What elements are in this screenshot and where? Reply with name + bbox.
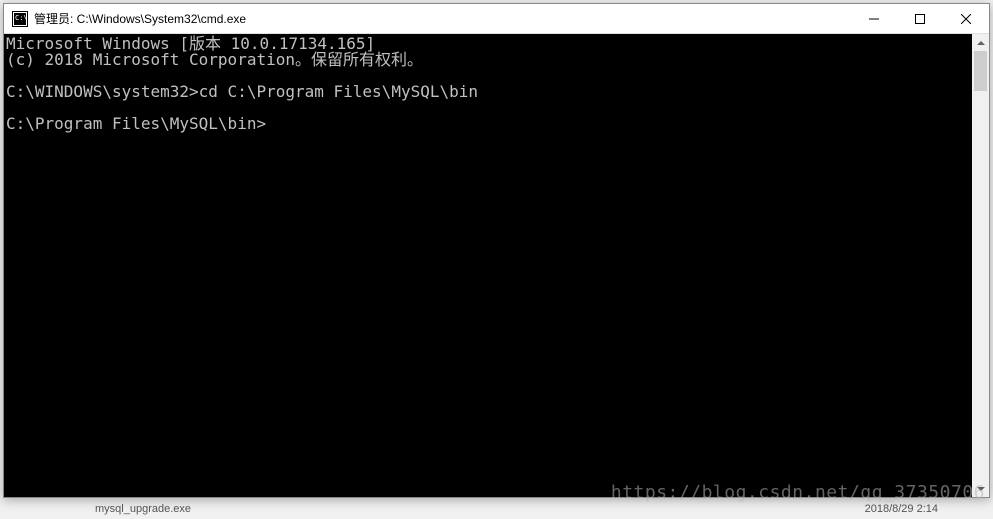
minimize-button[interactable]	[851, 4, 897, 33]
maximize-button[interactable]	[897, 4, 943, 33]
console-area: Microsoft Windows [版本 10.0.17134.165] (c…	[4, 34, 989, 497]
scroll-down-button[interactable]	[972, 480, 989, 497]
desktop-fragment-filename: mysql_upgrade.exe	[95, 503, 191, 515]
scroll-track[interactable]	[972, 51, 989, 480]
vertical-scrollbar[interactable]	[972, 34, 989, 497]
scroll-thumb[interactable]	[974, 51, 987, 91]
svg-text:C:\: C:\	[15, 14, 28, 22]
cmd-window: C:\ 管理员: C:\Windows\System32\cmd.exe Mic…	[3, 3, 990, 498]
window-controls	[851, 4, 989, 33]
desktop-fragment-date: 2018/8/29 2:14	[865, 503, 938, 515]
close-button[interactable]	[943, 4, 989, 33]
cmd-icon: C:\	[12, 11, 28, 27]
titlebar[interactable]: C:\ 管理员: C:\Windows\System32\cmd.exe	[4, 4, 989, 34]
console-line: (c) 2018 Microsoft Corporation。保留所有权利。	[6, 50, 423, 69]
console-prompt: C:\Program Files\MySQL\bin>	[6, 114, 266, 133]
scroll-up-button[interactable]	[972, 34, 989, 51]
window-title: 管理员: C:\Windows\System32\cmd.exe	[34, 10, 851, 27]
console-line: C:\WINDOWS\system32>cd C:\Program Files\…	[6, 82, 478, 101]
console-output[interactable]: Microsoft Windows [版本 10.0.17134.165] (c…	[4, 34, 972, 497]
